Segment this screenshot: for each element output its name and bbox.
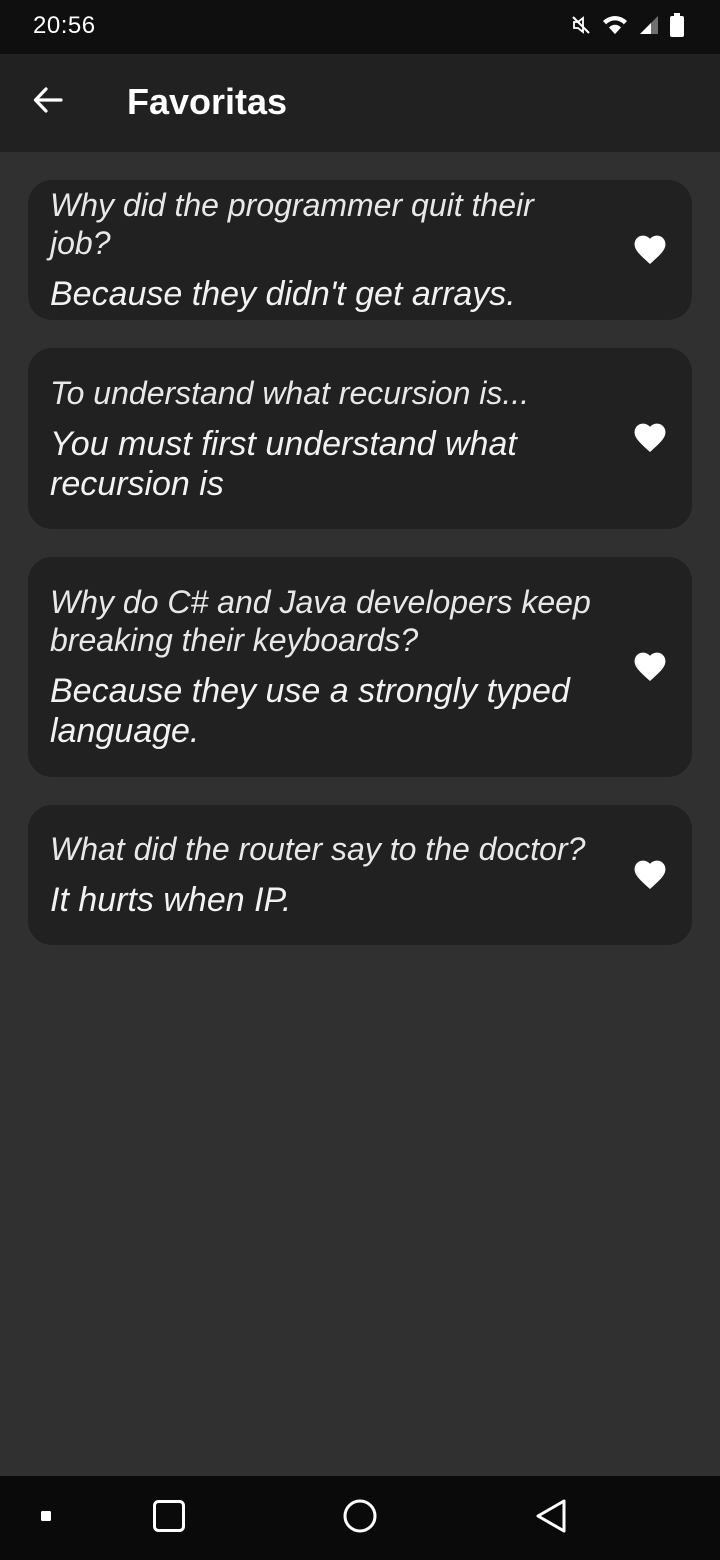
joke-question: To understand what recursion is... <box>50 374 530 411</box>
favorite-button[interactable] <box>630 855 670 895</box>
favorite-button[interactable] <box>630 230 670 270</box>
overflow-icon <box>40 1509 52 1527</box>
joke-answer: You must first understand what recursion… <box>50 424 517 503</box>
wifi-icon <box>602 14 628 41</box>
app-bar: Favoritas <box>0 54 720 152</box>
status-time: 20:56 <box>33 12 96 39</box>
nav-home-button[interactable] <box>330 1476 390 1560</box>
heart-icon <box>631 856 669 895</box>
navigation-bar <box>0 1476 720 1560</box>
favorite-button[interactable] <box>630 419 670 459</box>
joke-answer: Because they didn't get arrays. <box>50 275 516 313</box>
favorite-button[interactable] <box>630 647 670 687</box>
battery-icon <box>670 12 684 42</box>
joke-question: What did the router say to the doctor? <box>50 831 586 867</box>
nav-overflow-button[interactable] <box>24 1476 68 1560</box>
joke-question: Why do C# and Java developers keep break… <box>50 584 591 658</box>
signal-icon <box>638 14 660 41</box>
nav-back-button[interactable] <box>522 1476 580 1560</box>
joke-answer: It hurts when IP. <box>50 881 292 919</box>
status-icons <box>570 12 684 42</box>
page-title: Favoritas <box>127 81 288 122</box>
status-bar: 20:56 <box>0 0 720 54</box>
heart-icon <box>631 231 669 270</box>
joke-answer: Because they use a strongly typed langua… <box>50 672 570 750</box>
home-icon <box>342 1498 378 1539</box>
joke-card: What did the router say to the doctor? I… <box>28 805 692 945</box>
heart-icon <box>631 419 669 458</box>
joke-card: Why did the programmer quit their job? B… <box>28 180 692 320</box>
joke-card: To understand what recursion is... You m… <box>28 348 692 529</box>
mute-icon <box>570 14 592 41</box>
joke-question: Why did the programmer quit their job? <box>50 187 534 261</box>
back-button[interactable] <box>24 78 72 126</box>
joke-card: Why do C# and Java developers keep break… <box>28 557 692 777</box>
nav-recents-button[interactable] <box>140 1476 198 1560</box>
back-icon <box>534 1498 568 1539</box>
arrow-back-icon <box>32 84 64 121</box>
heart-icon <box>631 648 669 687</box>
recents-icon <box>152 1499 186 1538</box>
favorites-list: Why did the programmer quit their job? B… <box>28 180 692 973</box>
